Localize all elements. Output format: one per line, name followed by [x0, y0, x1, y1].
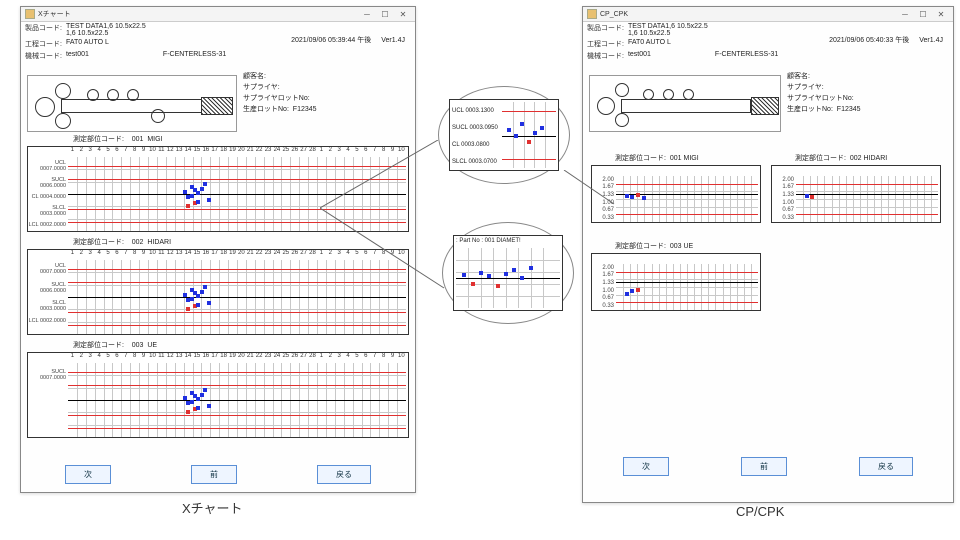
caption-left: Xチャート [182, 498, 243, 517]
part-diagram [27, 75, 237, 132]
header-right: 2021/09/06 05:40:33 午後Ver1.4J [819, 35, 943, 45]
cpk-chart-002: 測定部位コード: 002 HIDARI 2.001.671.331.000.67… [771, 153, 941, 223]
prev-button[interactable]: 前 [741, 457, 787, 476]
product-code-label: 製品コード: [25, 23, 62, 33]
chart-section-003: 測定部位コード: 003 UE 123456789101112131415161… [27, 340, 409, 440]
info-block: 顧客名: サプライヤ: サプライヤロットNo: 生産ロットNo: F12345 [787, 71, 861, 115]
titlebar[interactable]: CP_CPK ─ ☐ ✕ [583, 7, 953, 22]
minimize-button[interactable]: ─ [897, 9, 913, 19]
cpk-chart-003: 測定部位コード: 003 UE 2.001.671.331.000.670.33 [591, 241, 761, 311]
back-button[interactable]: 戻る [859, 457, 913, 476]
header-right: 2021/09/06 05:39:44 午後Ver1.4J [281, 35, 405, 45]
callout-leader-icon [320, 140, 460, 340]
app-icon [587, 9, 597, 19]
callout-leader-icon [560, 170, 620, 240]
process-code-label: 工程コード: [25, 39, 62, 49]
cpcpk-window: CP_CPK ─ ☐ ✕ 2021/09/06 05:40:33 午後Ver1.… [582, 6, 954, 503]
maximize-button[interactable]: ☐ [377, 9, 393, 19]
minimize-button[interactable]: ─ [359, 9, 375, 19]
window-title: Xチャート [38, 9, 71, 19]
machine-code-label: 機械コード: [25, 51, 62, 61]
next-button[interactable]: 次 [623, 457, 669, 476]
xchart-003[interactable]: 1234567891011121314151617181920212223242… [27, 352, 409, 438]
part-diagram [589, 75, 781, 132]
window-title: CP_CPK [600, 11, 628, 18]
app-icon [25, 9, 35, 19]
prev-button[interactable]: 前 [191, 465, 237, 484]
caption-right: CP/CPK [736, 504, 784, 519]
titlebar[interactable]: Xチャート ─ ☐ ✕ [21, 7, 415, 22]
info-block: 顧客名: サプライヤ: サプライヤロットNo: 生産ロットNo: F12345 [243, 71, 317, 115]
maximize-button[interactable]: ☐ [915, 9, 931, 19]
close-button[interactable]: ✕ [395, 9, 411, 19]
zoom-bubble-series: : Part No : 001 DIAMET! [442, 222, 574, 324]
close-button[interactable]: ✕ [933, 9, 949, 19]
back-button[interactable]: 戻る [317, 465, 371, 484]
next-button[interactable]: 次 [65, 465, 111, 484]
